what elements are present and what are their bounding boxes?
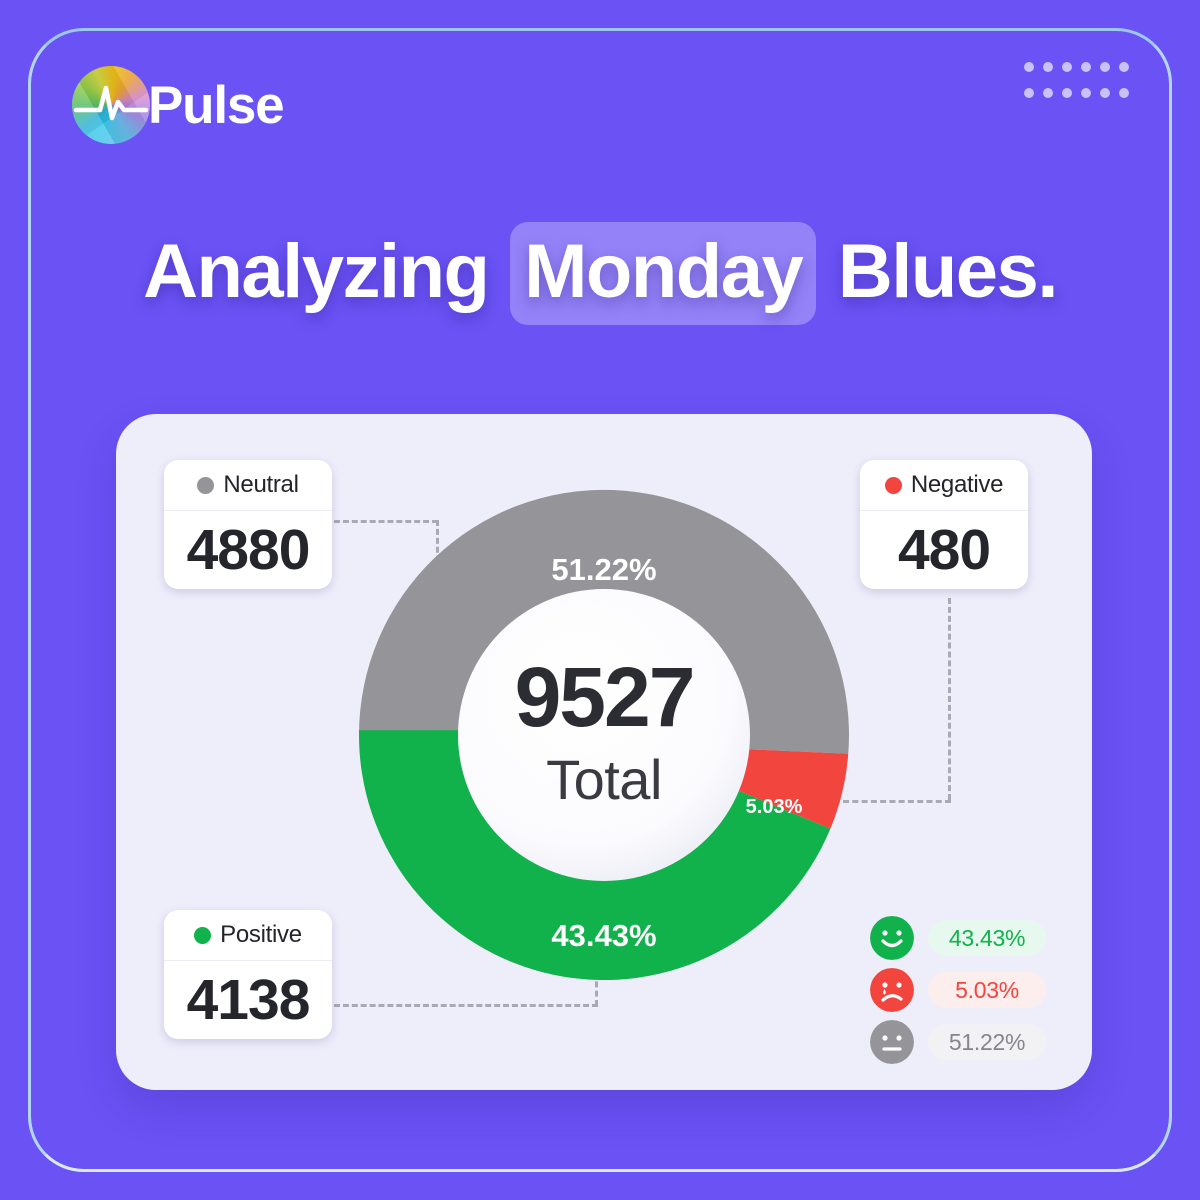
donut-hole xyxy=(458,589,750,881)
dot xyxy=(1062,62,1072,72)
donut-svg: 51.22% 5.03% 43.43% xyxy=(358,489,849,981)
brand-logo: Pulse xyxy=(72,66,285,144)
stat-card-value: 480 xyxy=(897,518,991,582)
page-title: Analyzing Monday Blues. xyxy=(0,222,1200,325)
page-title-highlight: Monday xyxy=(510,222,817,325)
pulse-wave-icon xyxy=(72,66,150,144)
mood-value: 51.22% xyxy=(948,1028,1026,1055)
donut-label-negative: 5.03% xyxy=(746,796,803,818)
mood-pill-negative: 5.03% xyxy=(928,972,1046,1008)
brand-name: Pulse xyxy=(148,75,285,135)
sentiment-dashboard-panel: 51.22% 5.03% 43.43% 9527 Total Neutral 4… xyxy=(116,414,1092,1090)
dot xyxy=(1081,62,1091,72)
neutral-dot-icon xyxy=(197,476,215,494)
mood-value: 5.03% xyxy=(955,976,1019,1003)
mood-legend-row-negative[interactable]: 5.03% xyxy=(870,968,1046,1012)
stat-card-header: Neutral xyxy=(164,460,332,511)
connector-positive-horizontal xyxy=(334,1004,598,1007)
mood-pill-positive: 43.43% xyxy=(928,920,1046,956)
negative-dot-icon xyxy=(884,476,902,494)
donut-label-positive: 43.43% xyxy=(551,918,656,953)
stat-card-value: 4880 xyxy=(186,518,311,582)
dot xyxy=(1062,88,1072,98)
stat-card-header: Positive xyxy=(164,910,332,961)
stat-card-header: Negative xyxy=(860,460,1028,511)
stat-card-label: Negative xyxy=(910,471,1004,498)
dot xyxy=(1043,88,1053,98)
mood-legend: 43.43% 5.03% 51.22% xyxy=(870,916,1046,1064)
smiling-face-icon xyxy=(870,916,914,960)
dot xyxy=(1100,88,1110,98)
dot xyxy=(1100,62,1110,72)
pulse-wave-svg xyxy=(73,85,149,121)
dot xyxy=(1081,88,1091,98)
connector-negative-vertical xyxy=(948,598,951,800)
stat-card-value: 4138 xyxy=(186,968,311,1032)
stat-card-label: Positive xyxy=(220,921,302,948)
stat-card-label: Neutral xyxy=(223,471,299,498)
page-title-before: Analyzing xyxy=(143,229,490,314)
page-title-after: Blues. xyxy=(837,229,1059,314)
decorative-dot-grid xyxy=(1024,62,1138,114)
positive-dot-icon xyxy=(194,926,212,944)
dot xyxy=(1043,62,1053,72)
donut-label-neutral: 51.22% xyxy=(551,552,656,587)
mood-legend-row-neutral[interactable]: 51.22% xyxy=(870,1020,1046,1064)
mood-value: 43.43% xyxy=(948,924,1026,951)
stat-card-positive[interactable]: Positive 4138 xyxy=(164,910,332,1039)
stat-card-negative[interactable]: Negative 480 xyxy=(860,460,1028,589)
crying-face-icon xyxy=(870,968,914,1012)
stat-card-neutral[interactable]: Neutral 4880 xyxy=(164,460,332,589)
dot xyxy=(1024,88,1034,98)
mood-pill-neutral: 51.22% xyxy=(928,1024,1046,1060)
dot xyxy=(1119,62,1129,72)
sentiment-donut-chart: 51.22% 5.03% 43.43% 9527 Total xyxy=(339,470,869,1000)
dot xyxy=(1119,88,1129,98)
mood-legend-row-positive[interactable]: 43.43% xyxy=(870,916,1046,960)
neutral-face-icon xyxy=(870,1020,914,1064)
dot xyxy=(1024,62,1034,72)
